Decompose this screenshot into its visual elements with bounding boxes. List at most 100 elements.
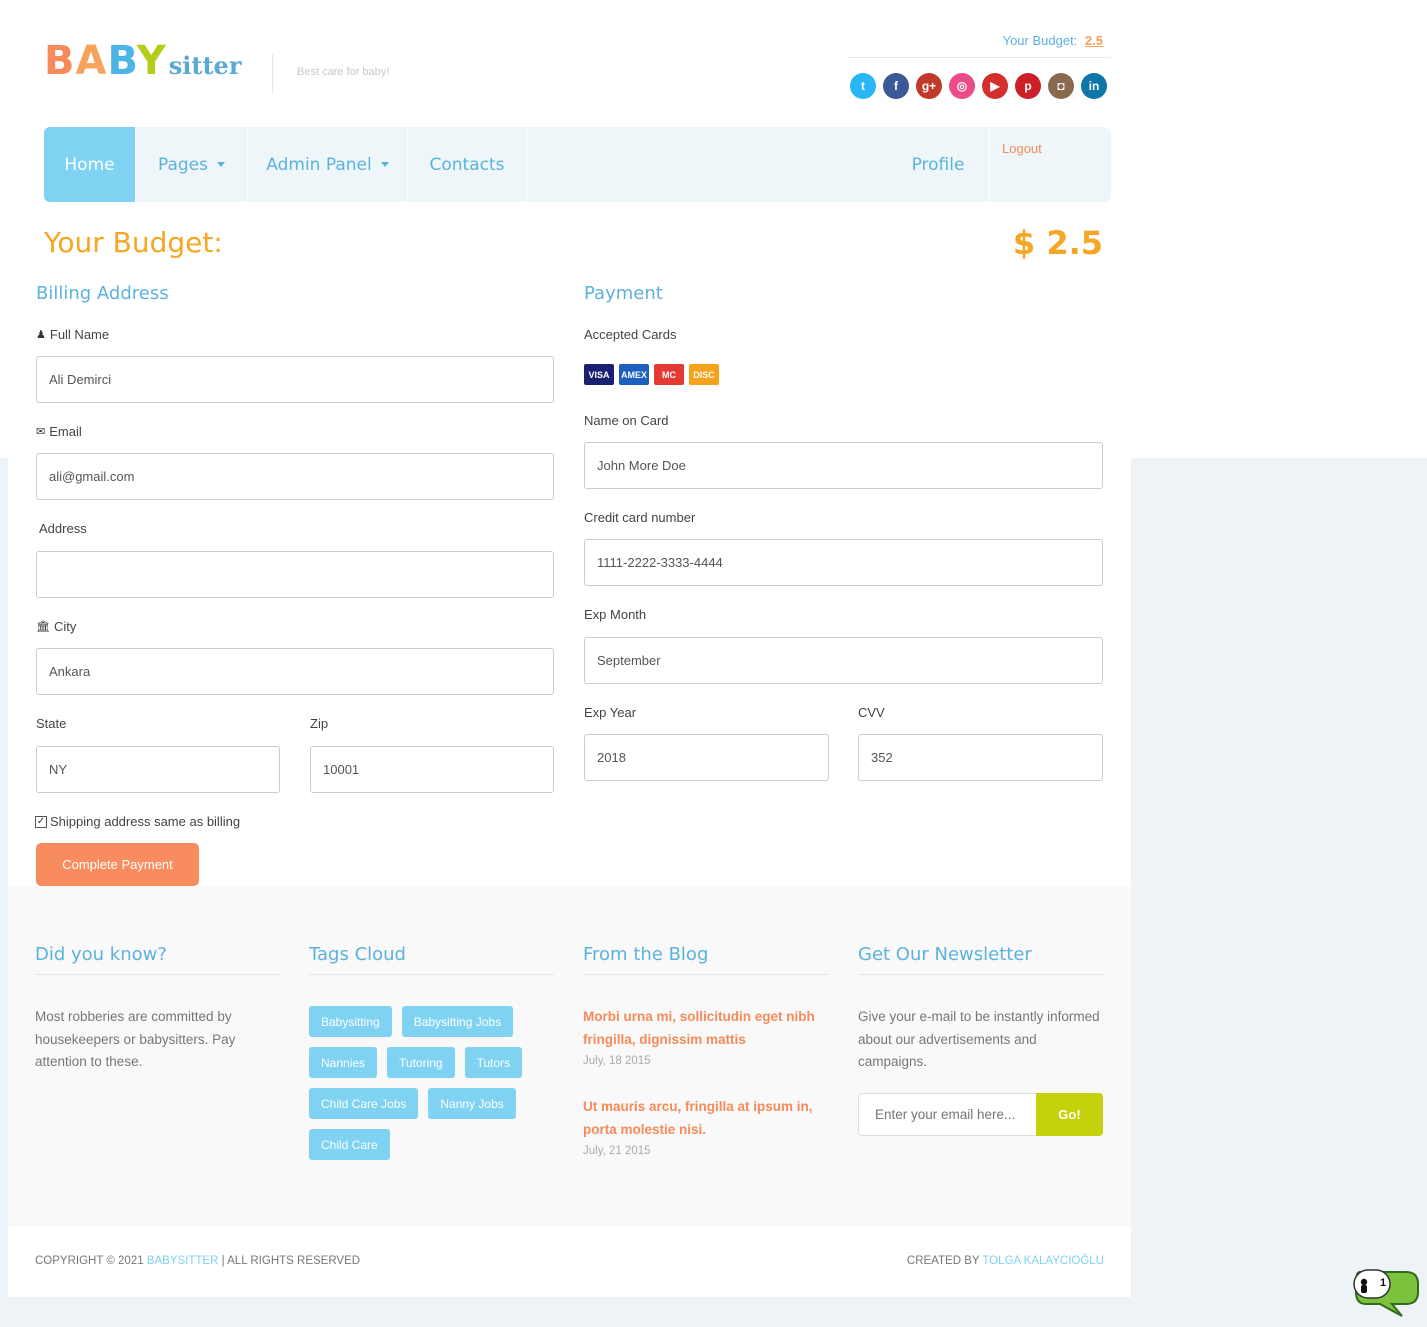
tagline: Best care for baby!: [297, 66, 390, 78]
created-by-text: CREATED BY: [906, 1255, 980, 1267]
email-field[interactable]: [36, 453, 554, 500]
full-name-field[interactable]: [36, 356, 554, 403]
state-field[interactable]: [36, 746, 280, 793]
newsletter-submit-button[interactable]: Go!: [1036, 1093, 1103, 1136]
chat-unread-count: 1: [1380, 1277, 1387, 1289]
exp-year-label-text: Exp Year: [584, 705, 637, 720]
newsletter-email-input[interactable]: [858, 1093, 1037, 1136]
nav-profile[interactable]: Profile: [887, 127, 990, 202]
blog-post-link[interactable]: Ut mauris arcu, fringilla at ipsum in, p…: [583, 1096, 828, 1141]
zip-label-text: Zip: [310, 716, 329, 731]
twitter-icon[interactable]: t: [850, 73, 876, 99]
blog-title: From the Blog: [583, 944, 709, 965]
nav-home-label: Home: [64, 154, 115, 175]
nav-admin-panel[interactable]: Admin Panel: [248, 127, 408, 202]
copyright-left: COPYRIGHT © 2021 BABYSITTER | ALL RIGHTS…: [35, 1255, 360, 1267]
billing-title: Billing Address: [36, 283, 169, 304]
logo-divider: [272, 54, 273, 94]
bank-icon: 🏛: [36, 621, 50, 633]
exp-year-label: Exp Year: [584, 705, 636, 720]
copyright-bar: COPYRIGHT © 2021 BABYSITTER | ALL RIGHTS…: [8, 1227, 1131, 1297]
visa-card-icon: VISA: [584, 364, 614, 385]
widget-divider: [309, 974, 554, 975]
card-number-label-text: Credit card number: [584, 510, 696, 525]
header-budget: Your Budget: 2.5: [1003, 33, 1103, 48]
cvv-field[interactable]: [858, 734, 1103, 781]
name-on-card-field[interactable]: [584, 442, 1103, 489]
chat-bubble-icon: [1353, 1269, 1419, 1317]
tag-item[interactable]: Child Care Jobs: [309, 1088, 419, 1119]
nav-contacts[interactable]: Contacts: [408, 127, 527, 202]
logo-baby: BABY: [44, 38, 167, 84]
exp-year-field[interactable]: [584, 734, 829, 781]
widget-divider: [583, 974, 828, 975]
youtube-icon[interactable]: ▶: [982, 73, 1008, 99]
copyright-text: COPYRIGHT © 2021: [35, 1255, 144, 1267]
zip-field[interactable]: [310, 746, 554, 793]
city-label: 🏛 City: [36, 619, 76, 634]
tag-item[interactable]: Nannies: [309, 1047, 378, 1078]
complete-payment-button[interactable]: Complete Payment: [36, 843, 199, 886]
linkedin-icon[interactable]: in: [1081, 73, 1107, 99]
cvv-label-text: CVV: [858, 705, 885, 720]
name-on-card-label-text: Name on Card: [584, 413, 669, 428]
dribbble-icon[interactable]: ◎: [949, 73, 975, 99]
header-budget-value[interactable]: 2.5: [1085, 33, 1103, 48]
exp-month-label: Exp Month: [584, 607, 646, 622]
address-field[interactable]: [36, 551, 554, 598]
tag-item[interactable]: Tutoring: [387, 1047, 455, 1078]
cvv-label: CVV: [858, 705, 885, 720]
tag-item[interactable]: Tutors: [464, 1047, 523, 1078]
tag-item[interactable]: Child Care: [309, 1129, 390, 1160]
exp-month-field[interactable]: [584, 637, 1103, 684]
nav-pages[interactable]: Pages: [136, 127, 248, 202]
pinterest-icon[interactable]: p: [1015, 73, 1041, 99]
chevron-down-icon: [217, 162, 225, 167]
city-label-text: City: [53, 619, 77, 634]
state-label: State: [36, 716, 66, 731]
budget-title: Your Budget:: [44, 226, 223, 259]
nav-home[interactable]: Home: [44, 127, 136, 202]
author-link[interactable]: TOLGA KALAYCIOĞLU: [982, 1255, 1104, 1267]
facebook-icon[interactable]: f: [883, 73, 909, 99]
tag-item[interactable]: Nanny Jobs: [428, 1088, 516, 1119]
accepted-cards-label: Accepted Cards: [584, 327, 677, 342]
email-label: ✉ Email: [36, 424, 82, 439]
nav-pages-label: Pages: [157, 154, 208, 175]
copyright-right: CREATED BY TOLGA KALAYCIOĞLU: [907, 1255, 1104, 1267]
exp-month-label-text: Exp Month: [584, 607, 647, 622]
tag-item[interactable]: Babysitting: [309, 1006, 392, 1037]
google-plus-icon[interactable]: g+: [916, 73, 942, 99]
newsletter-title: Get Our Newsletter: [858, 944, 1032, 965]
city-field[interactable]: [36, 648, 554, 695]
nav-logout[interactable]: Logout: [990, 127, 1111, 202]
did-you-know-title: Did you know?: [35, 944, 167, 965]
copyright-brand-link[interactable]: BABYSITTER: [147, 1255, 219, 1267]
envelope-icon: ✉: [36, 426, 46, 438]
did-you-know-text: Most robberies are committed by housekee…: [35, 1009, 236, 1069]
nav-logout-label: Logout: [1002, 141, 1042, 156]
newsletter-text: Give your e-mail to be instantly informe…: [858, 1009, 1100, 1069]
full-name-label-text: Full Name: [49, 327, 110, 342]
page-container: BABY sitter Best care for baby! Your Bud…: [8, 0, 1131, 1297]
widget-divider: [858, 974, 1103, 975]
card-number-field[interactable]: [584, 539, 1103, 586]
blog-post-link[interactable]: Morbi urna mi, sollicitudin eget nibh fr…: [583, 1006, 828, 1051]
chat-widget-button[interactable]: 1: [1352, 1268, 1420, 1318]
tags-title: Tags Cloud: [309, 944, 406, 965]
logo-sitter: sitter: [168, 51, 242, 80]
blog-post-date: July, 18 2015: [583, 1055, 651, 1067]
tags-cloud: Babysitting Babysitting Jobs Nannies Tutori…: [309, 1006, 539, 1160]
copyright-rights: | ALL RIGHTS RESERVED: [221, 1255, 361, 1267]
accepted-cards: VISA AMEX MC DISC: [584, 364, 719, 385]
shipping-same-row[interactable]: ✓ Shipping address same as billing: [35, 814, 240, 829]
header-budget-label: Your Budget:: [1002, 33, 1078, 48]
address-label-text: Address: [39, 521, 87, 536]
instagram-icon[interactable]: ◘: [1048, 73, 1074, 99]
tag-item[interactable]: Babysitting Jobs: [401, 1006, 514, 1037]
email-label-text: Email: [49, 424, 82, 439]
shipping-same-checkbox[interactable]: ✓: [35, 815, 47, 828]
site-logo[interactable]: BABY sitter: [44, 38, 241, 84]
payment-title: Payment: [584, 283, 663, 304]
